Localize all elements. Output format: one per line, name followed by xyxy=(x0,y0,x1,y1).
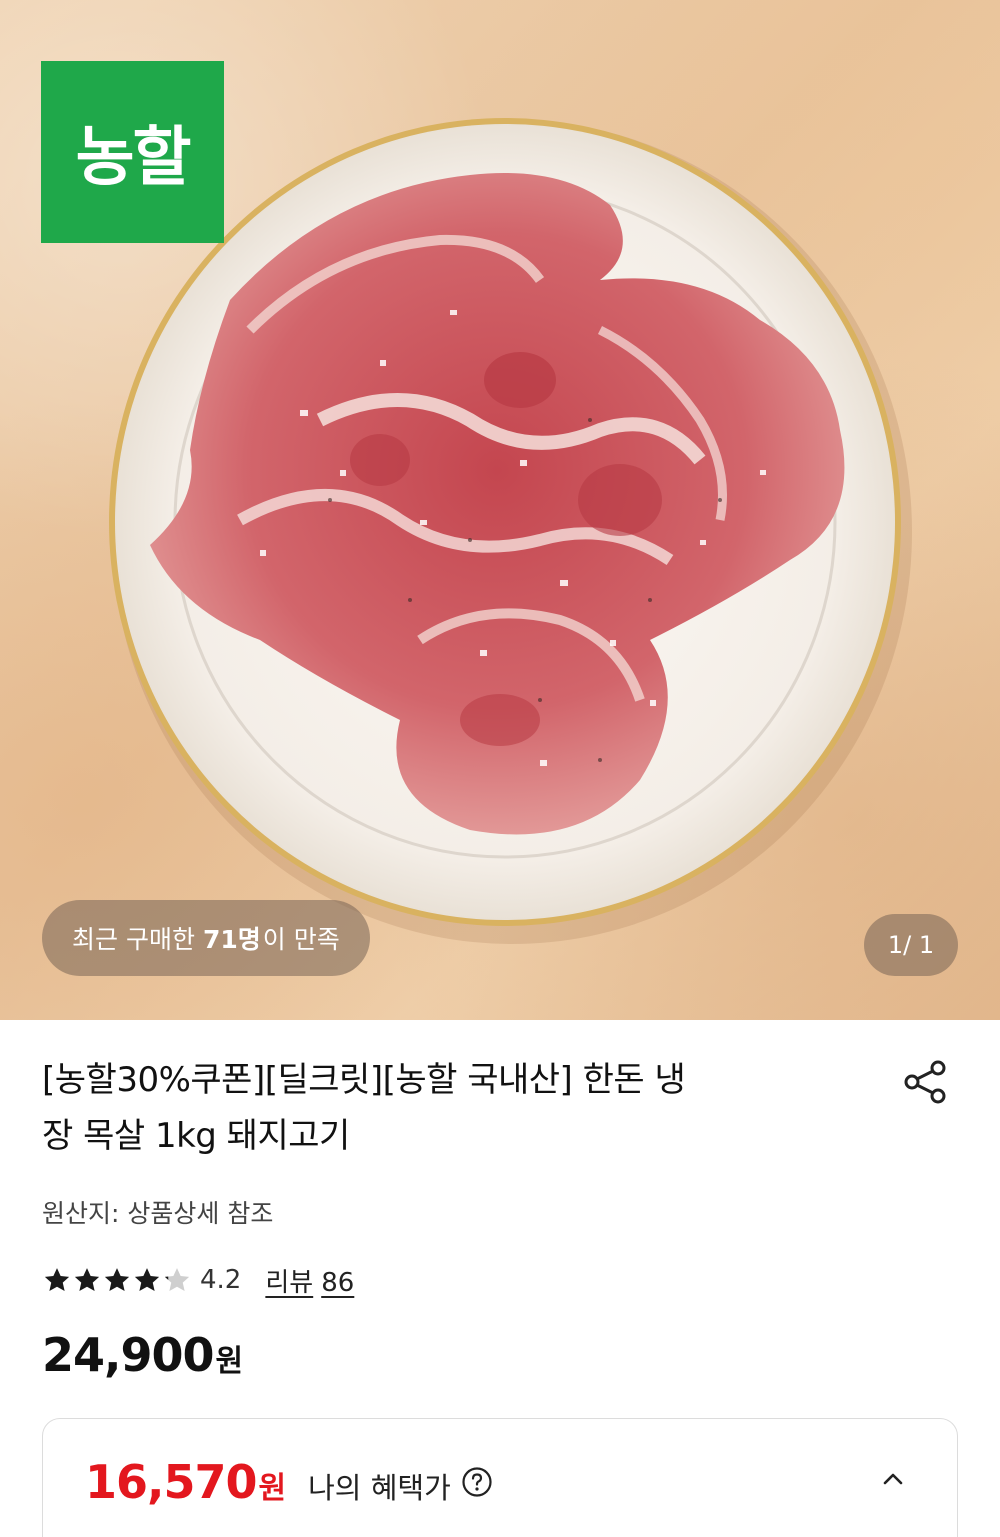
review-prefix: 최근 구매한 xyxy=(72,925,195,954)
benefit-price-panel[interactable]: 16,570 원 나의 혜택가 xyxy=(42,1418,958,1537)
brand-logo-text: 농할 xyxy=(75,121,192,195)
benefit-price-unit: 원 xyxy=(258,1471,287,1506)
benefit-label: 나의 혜택가 xyxy=(308,1471,451,1505)
star-rating xyxy=(42,1265,192,1295)
share-button[interactable] xyxy=(902,1058,950,1106)
star-icon-partial xyxy=(164,1268,190,1291)
review-link[interactable]: 리뷰 86 xyxy=(265,1262,354,1299)
star-icon xyxy=(104,1268,130,1291)
recent-satisfaction-badge: 최근 구매한 71명 이 만족 xyxy=(42,900,370,976)
rating-row: 4.2 리뷰 86 xyxy=(42,1262,354,1298)
review-label: 리뷰 xyxy=(265,1267,314,1298)
star-icon xyxy=(134,1268,160,1291)
review-count: 86 xyxy=(321,1267,355,1298)
help-circle-icon[interactable] xyxy=(461,1466,493,1498)
image-counter: 1/ 1 xyxy=(864,914,958,976)
origin-info: 원산지: 상품상세 참조 xyxy=(42,1199,274,1228)
benefit-price-row: 16,570 원 나의 혜택가 xyxy=(85,1455,493,1509)
original-price: 24,900 원 xyxy=(42,1328,243,1382)
product-title-line-2: 장 목살 1kg 돼지고기 xyxy=(42,1116,350,1156)
chevron-up-icon[interactable] xyxy=(881,1471,905,1487)
brand-logo: 농할 xyxy=(41,61,224,243)
product-title-line-1: [농할30%쿠폰][딜크릿][농할 국내산] 한돈 냉 xyxy=(42,1060,686,1100)
star-icon xyxy=(74,1268,100,1291)
star-icon xyxy=(44,1268,70,1291)
price-value: 24,900 xyxy=(42,1328,215,1382)
product-image[interactable]: 농할 최근 구매한 71명 이 만족 1/ 1 xyxy=(0,0,1000,1020)
share-icon xyxy=(904,1060,946,1104)
review-satisfied-count: 71명 xyxy=(202,925,261,954)
price-unit: 원 xyxy=(215,1344,244,1379)
product-title: [농할30%쿠폰][딜크릿][농할 국내산] 한돈 냉 장 목살 1kg 돼지고… xyxy=(42,1052,842,1164)
benefit-price-value: 16,570 xyxy=(85,1455,258,1509)
review-suffix: 이 만족 xyxy=(262,925,340,954)
rating-value: 4.2 xyxy=(200,1265,242,1295)
